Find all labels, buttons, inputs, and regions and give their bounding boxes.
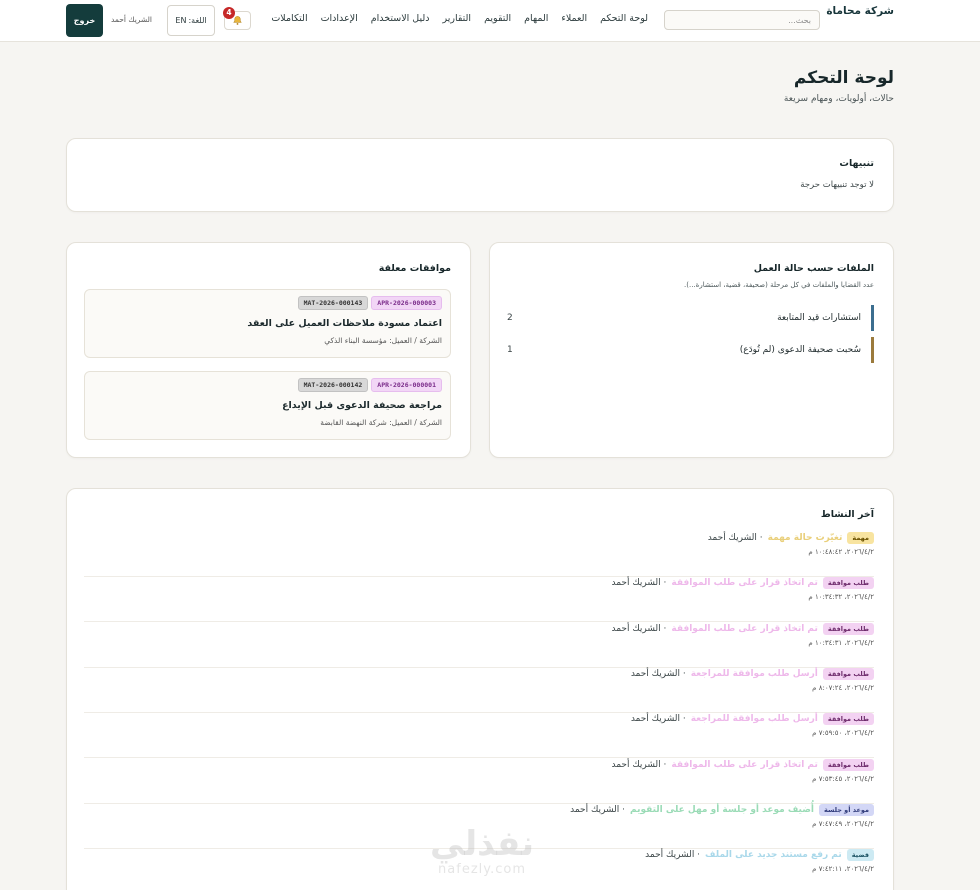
- activity-text[interactable]: أُضيف موعد أو جلسة أو مهل على التقويم: [630, 805, 814, 815]
- language-label: اللغة:: [188, 16, 207, 25]
- nav-clients[interactable]: العملاء: [561, 13, 587, 24]
- notification-count-badge: 4: [223, 7, 235, 19]
- status-row[interactable]: سُحبت صحيفة الدعوى (لم تُودَع) 1: [507, 337, 874, 363]
- pending-approvals-title: موافقات معلقة: [378, 263, 451, 274]
- top-bar: شركة محاماة لوحة التحكم العملاء المهام ا…: [0, 0, 980, 42]
- activity-item[interactable]: موعد أو جلسة أُضيف موعد أو جلسة أو مهل عل…: [84, 803, 874, 849]
- status-row[interactable]: استشارات قيد المتابعة 2: [507, 305, 874, 331]
- nav-user-guide[interactable]: دليل الاستخدام: [371, 13, 430, 24]
- main-nav: لوحة التحكم العملاء المهام التقويم التقا…: [271, 13, 648, 24]
- activity-line: مهمة تغيّرت حالة مهمة · الشريك أحمد: [708, 532, 874, 544]
- nav-reports[interactable]: التقارير: [443, 13, 472, 24]
- activity-timestamp: ٢٠٢٦/٤/٢، ٨:٠٧:٢٤ م: [812, 683, 874, 692]
- approval-client: الشركة / العميل: شركة النهضة القابضة: [320, 418, 442, 427]
- activity-type-badge: طلب موافقة: [822, 713, 874, 726]
- activity-type-badge: موعد أو جلسة: [819, 803, 874, 816]
- activity-text[interactable]: تم اتخاذ قرار على طلب الموافقة: [671, 624, 817, 634]
- activity-text[interactable]: تم اتخاذ قرار على طلب الموافقة: [671, 578, 817, 588]
- status-count: 1: [507, 345, 513, 355]
- activity-actor: · الشريك أحمد: [707, 533, 763, 543]
- approval-code-badge: APR-2026-000001: [371, 378, 442, 392]
- activity-timestamp: ٢٠٢٦/٤/٢، ٧:٤٧:٤٩ م: [812, 819, 874, 828]
- activity-line: طلب موافقة تم اتخاذ قرار على طلب الموافقة…: [611, 622, 874, 635]
- status-label: استشارات قيد المتابعة: [777, 313, 861, 323]
- activity-type-badge: طلب موافقة: [822, 622, 874, 635]
- matter-code-badge: MAT-2026-000143: [297, 296, 369, 310]
- notifications-button[interactable]: 4: [223, 7, 251, 30]
- alerts-title: تنبيهات: [839, 158, 874, 169]
- approval-tags: APR-2026-000001 MAT-2026-000142: [297, 378, 442, 392]
- pending-approvals-card: موافقات معلقة APR-2026-000003 MAT-2026-0…: [66, 242, 471, 458]
- activity-timestamp: ٢٠٢٦/٤/٢، ١٠:٤٨:٤٢ م: [808, 548, 874, 556]
- nav-calendar[interactable]: التقويم: [484, 13, 511, 24]
- matter-code-badge: MAT-2026-000142: [297, 378, 369, 392]
- activity-timestamp: ٢٠٢٦/٤/٢، ١٠:٣٤:٣٢ م: [808, 593, 874, 602]
- alerts-card: تنبيهات لا توجد تنبيهات حرجة: [66, 138, 894, 212]
- status-label: سُحبت صحيفة الدعوى (لم تُودَع): [739, 345, 861, 355]
- approval-code-badge: APR-2026-000003: [371, 296, 442, 310]
- activity-timestamp: ٢٠٢٦/٤/٢، ٧:٤٢:١١ م: [812, 865, 874, 874]
- activity-timestamp: ٢٠٢٦/٤/٢، ٧:٥٣:٤٥ م: [812, 774, 874, 783]
- alerts-empty-text: لا توجد تنبيهات حرجة: [800, 180, 874, 190]
- activity-text[interactable]: أرسل طلب موافقة للمراجعة: [691, 714, 818, 724]
- activity-actor: · الشريك أحمد: [645, 850, 701, 861]
- approval-tags: APR-2026-000003 MAT-2026-000143: [297, 296, 442, 310]
- activity-text[interactable]: تم رفع مستند جديد على الملف: [705, 850, 842, 860]
- activity-item[interactable]: طلب موافقة تم اتخاذ قرار على طلب الموافقة…: [84, 622, 874, 668]
- activity-actor: · الشريك أحمد: [630, 714, 686, 725]
- activity-item[interactable]: مهمة تغيّرت حالة مهمة · الشريك أحمد ٢٠٢٦/٤/…: [84, 532, 874, 577]
- activity-type-badge: طلب موافقة: [822, 667, 874, 680]
- recent-activity-card: آخر النشاط مهمة تغيّرت حالة مهمة · الشريك …: [66, 488, 894, 890]
- status-count: 2: [507, 313, 513, 323]
- activity-item[interactable]: طلب موافقة تم اتخاذ قرار على طلب الموافقة…: [84, 758, 874, 804]
- language-value: EN: [175, 16, 187, 25]
- approval-title: اعتماد مسودة ملاحظات العميل على العقد: [247, 318, 442, 329]
- page-title: لوحة التحكم: [793, 68, 894, 88]
- activity-text[interactable]: تغيّرت حالة مهمة: [768, 533, 843, 543]
- activity-actor: · الشريك أحمد: [611, 623, 667, 634]
- nav-integrations[interactable]: التكاملات: [271, 13, 307, 24]
- activity-item[interactable]: طلب موافقة أرسل طلب موافقة للمراجعة · الشر…: [84, 713, 874, 759]
- activity-type-badge: طلب موافقة: [822, 577, 874, 590]
- activity-timestamp: ٢٠٢٦/٤/٢، ٧:٥٩:٥٠ م: [812, 729, 874, 738]
- page-subtitle: حالات، أولويات، ومهام سريعة: [783, 94, 894, 104]
- nav-dashboard[interactable]: لوحة التحكم: [600, 13, 648, 24]
- activity-actor: · الشريك أحمد: [570, 804, 626, 815]
- activity-actor: · الشريك أحمد: [611, 578, 667, 589]
- activity-text[interactable]: تم اتخاذ قرار على طلب الموافقة: [671, 760, 817, 770]
- activity-line: موعد أو جلسة أُضيف موعد أو جلسة أو مهل عل…: [570, 803, 874, 816]
- recent-activity-title: آخر النشاط: [820, 509, 874, 520]
- logout-button[interactable]: خروج: [66, 4, 103, 37]
- activity-type-badge: طلب موافقة: [822, 758, 874, 771]
- activity-line: طلب موافقة أرسل طلب موافقة للمراجعة · الشر…: [630, 667, 874, 680]
- activity-item[interactable]: طلب موافقة أرسل طلب موافقة للمراجعة · الشر…: [84, 667, 874, 713]
- activity-line: قضية تم رفع مستند جديد على الملف · الشريك …: [645, 849, 874, 862]
- user-name: الشريك أحمد: [111, 15, 152, 24]
- activity-line: طلب موافقة تم اتخاذ قرار على طلب الموافقة…: [611, 577, 874, 590]
- activity-item[interactable]: طلب موافقة تم اتخاذ قرار على طلب الموافقة…: [84, 577, 874, 623]
- files-by-status-title: الملفات حسب حالة العمل: [753, 263, 874, 274]
- approval-item[interactable]: APR-2026-000003 MAT-2026-000143 اعتماد م…: [84, 289, 451, 358]
- approval-title: مراجعة صحيفة الدعوى قبل الإيداع: [282, 400, 442, 411]
- approval-client: الشركة / العميل: مؤسسة البناء الذكي: [324, 336, 442, 345]
- nav-settings[interactable]: الإعدادات: [321, 13, 358, 24]
- activity-actor: · الشريك أحمد: [630, 668, 686, 679]
- activity-line: طلب موافقة أرسل طلب موافقة للمراجعة · الشر…: [630, 713, 874, 726]
- language-toggle[interactable]: اللغة: EN: [167, 5, 215, 36]
- search-input[interactable]: [664, 10, 820, 30]
- nav-tasks[interactable]: المهام: [524, 13, 548, 24]
- files-by-status-subtitle: عدد القضايا والملفات في كل مرحلة (صحيفة،…: [684, 281, 874, 289]
- approval-item[interactable]: APR-2026-000001 MAT-2026-000142 مراجعة ص…: [84, 371, 451, 440]
- files-by-status-card: الملفات حسب حالة العمل عدد القضايا والمل…: [489, 242, 894, 458]
- activity-timestamp: ٢٠٢٦/٤/٢، ١٠:٣٤:٣١ م: [808, 638, 874, 647]
- activity-actor: · الشريك أحمد: [611, 759, 667, 770]
- activity-type-badge: مهمة: [847, 532, 874, 544]
- activity-text[interactable]: أرسل طلب موافقة للمراجعة: [691, 669, 818, 679]
- activity-line: طلب موافقة تم اتخاذ قرار على طلب الموافقة…: [611, 758, 874, 771]
- brand-name[interactable]: شركة محاماة: [826, 5, 894, 17]
- activity-type-badge: قضية: [846, 849, 874, 862]
- activity-item[interactable]: قضية تم رفع مستند جديد على الملف · الشريك …: [84, 849, 874, 890]
